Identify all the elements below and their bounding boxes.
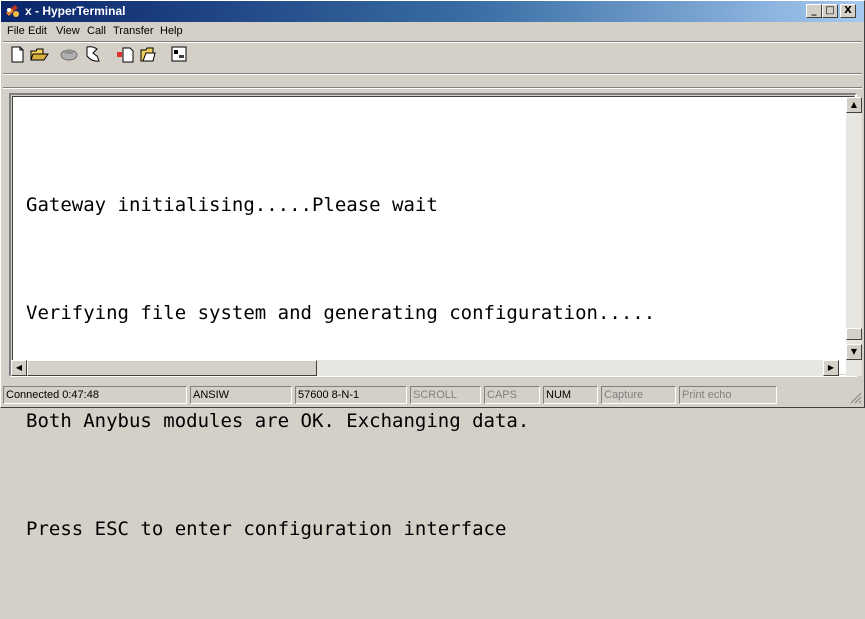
hyperterminal-window: x - HyperTerminal _ □ X File Edit View C…: [0, 0, 865, 540]
open-icon[interactable]: [29, 44, 50, 65]
menu-separator: [3, 41, 862, 43]
properties-icon[interactable]: [169, 44, 190, 65]
new-icon[interactable]: [7, 44, 28, 65]
maximize-button[interactable]: □: [822, 4, 838, 18]
phone-icon[interactable]: [82, 44, 103, 65]
terminal-frame: Gateway initialising.....Please wait Ver…: [9, 93, 857, 540]
arrow-left-icon: ◀: [15, 363, 23, 372]
status-bar: Connected 0:47:48 ANSIW 57600 8-N-1 SCRO…: [3, 385, 864, 405]
scroll-left-button[interactable]: ◀: [11, 360, 27, 376]
status-num: NUM: [543, 386, 598, 404]
vertical-scrollbar[interactable]: ▲ ▼: [846, 97, 862, 376]
menu-edit[interactable]: Edit: [28, 25, 47, 37]
status-print-echo: Print echo: [679, 386, 777, 404]
terminal-line: Gateway initialising.....Please wait: [26, 194, 438, 216]
status-emulation: ANSIW: [190, 386, 292, 404]
vertical-scroll-thumb[interactable]: [846, 328, 862, 340]
status-scroll: SCROLL: [410, 386, 481, 404]
scroll-up-button[interactable]: ▲: [846, 97, 862, 113]
status-capture: Capture: [601, 386, 676, 404]
send-icon[interactable]: [115, 44, 136, 65]
arrow-up-icon: ▲: [850, 100, 858, 109]
toolbar: [7, 44, 307, 70]
disconnect-icon[interactable]: [59, 44, 80, 65]
menu-call[interactable]: Call: [87, 25, 106, 37]
menu-help[interactable]: Help: [160, 25, 183, 37]
horizontal-scroll-thumb[interactable]: [27, 360, 317, 376]
terminal-screen[interactable]: Gateway initialising.....Please wait Ver…: [12, 96, 855, 540]
menu-transfer[interactable]: Transfer: [113, 25, 154, 37]
scroll-right-button[interactable]: ▶: [823, 360, 839, 376]
maximize-icon: □: [825, 5, 835, 16]
horizontal-scrollbar[interactable]: ◀ ▶: [11, 360, 839, 376]
menu-view[interactable]: View: [56, 25, 80, 37]
close-button[interactable]: X: [840, 4, 856, 18]
title-bar[interactable]: x - HyperTerminal _ □ X: [1, 1, 864, 22]
arrow-down-icon: ▼: [850, 347, 858, 356]
terminal-line: Press ESC to enter configuration interfa…: [26, 518, 507, 540]
status-caps: CAPS: [484, 386, 540, 404]
minimize-icon: _: [811, 5, 817, 16]
window-title: x - HyperTerminal: [25, 4, 126, 18]
menu-bar: File Edit View Call Transfer Help: [3, 23, 864, 41]
hyperterminal-icon[interactable]: [5, 4, 21, 19]
toolbar-separator: [3, 73, 862, 75]
resize-grip-icon[interactable]: [850, 391, 862, 404]
status-connected: Connected 0:47:48: [3, 386, 187, 404]
menu-file[interactable]: File: [7, 25, 25, 37]
close-icon: X: [844, 5, 852, 16]
arrow-right-icon: ▶: [827, 363, 835, 372]
terminal-line: Both Anybus modules are OK. Exchanging d…: [26, 410, 530, 432]
receive-icon[interactable]: [138, 44, 159, 65]
client-separator: [3, 87, 862, 89]
terminal-line: Verifying file system and generating con…: [26, 302, 656, 324]
scroll-down-button[interactable]: ▼: [846, 344, 862, 360]
status-port-settings: 57600 8-N-1: [295, 386, 407, 404]
minimize-button[interactable]: _: [806, 4, 822, 18]
